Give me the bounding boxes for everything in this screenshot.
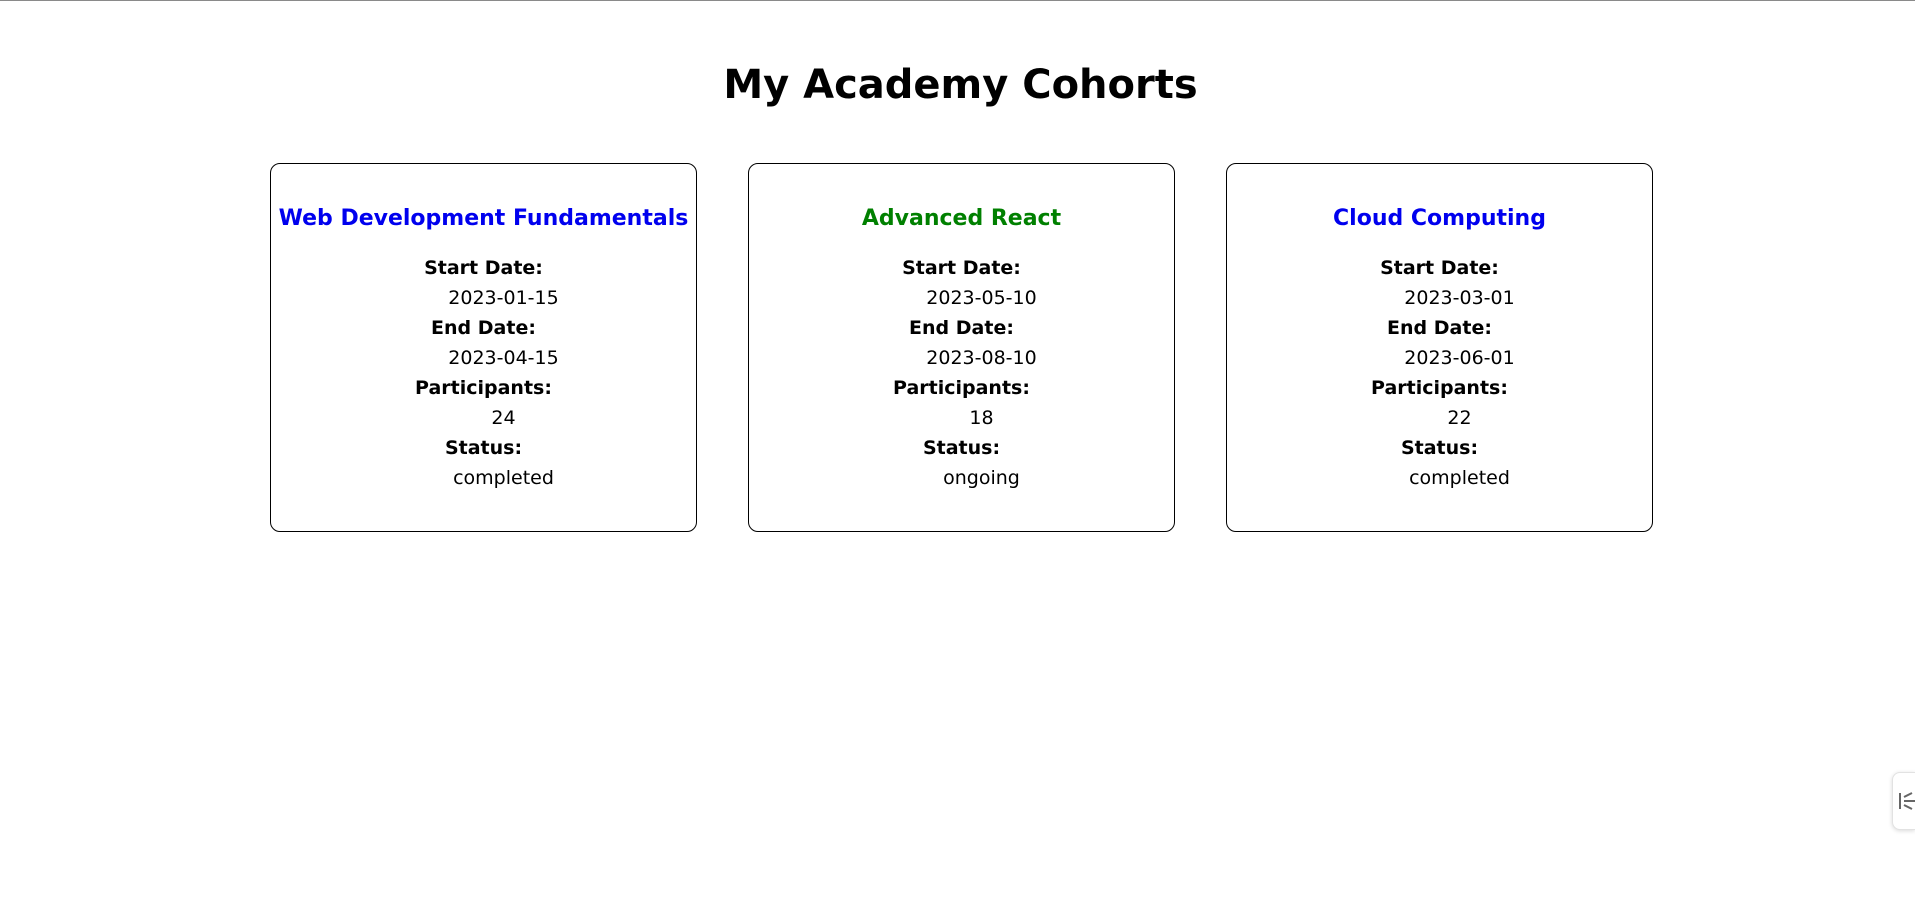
start-date-label: Start Date: (902, 257, 1021, 279)
end-date-label: End Date: (909, 317, 1014, 339)
participants-field: Participants: 22 (1227, 373, 1652, 433)
status-field: Status: ongoing (749, 433, 1174, 493)
cohort-title: Web Development Fundamentals (278, 206, 689, 231)
start-date-field: Start Date: 2023-03-01 (1227, 253, 1652, 313)
cohort-card: Cloud Computing Start Date: 2023-03-01 E… (1226, 163, 1653, 532)
side-panel-toggle[interactable] (1892, 772, 1915, 830)
status-field: Status: completed (271, 433, 696, 493)
start-date-field: Start Date: 2023-01-15 (271, 253, 696, 313)
participants-label: Participants: (415, 377, 552, 399)
cohort-card: Web Development Fundamentals Start Date:… (270, 163, 697, 532)
end-date-value: 2023-04-15 (448, 347, 559, 369)
end-date-label: End Date: (1387, 317, 1492, 339)
status-value: completed (453, 467, 554, 489)
end-date-label: End Date: (431, 317, 536, 339)
cohort-title: Advanced React (861, 206, 1062, 231)
end-date-field: End Date: 2023-08-10 (749, 313, 1174, 373)
participants-label: Participants: (893, 377, 1030, 399)
cohort-list: Web Development Fundamentals Start Date:… (270, 163, 1653, 532)
start-date-value: 2023-03-01 (1404, 287, 1515, 309)
participants-field: Participants: 18 (749, 373, 1174, 433)
status-field: Status: completed (1227, 433, 1652, 493)
participants-value: 22 (1447, 407, 1472, 429)
participants-label: Participants: (1371, 377, 1508, 399)
page: My Academy Cohorts Web Development Funda… (0, 0, 1915, 919)
end-date-value: 2023-06-01 (1404, 347, 1515, 369)
status-label: Status: (444, 437, 523, 459)
participants-value: 18 (969, 407, 994, 429)
page-title: My Academy Cohorts (723, 62, 1198, 108)
cohort-title: Cloud Computing (1333, 206, 1546, 231)
status-value: ongoing (943, 467, 1020, 489)
collapse-arrows-icon (1899, 792, 1915, 810)
start-date-field: Start Date: 2023-05-10 (749, 253, 1174, 313)
start-date-label: Start Date: (1380, 257, 1499, 279)
status-value: completed (1409, 467, 1510, 489)
status-label: Status: (1400, 437, 1479, 459)
end-date-field: End Date: 2023-04-15 (271, 313, 696, 373)
start-date-label: Start Date: (424, 257, 543, 279)
status-label: Status: (922, 437, 1001, 459)
start-date-value: 2023-01-15 (448, 287, 559, 309)
start-date-value: 2023-05-10 (926, 287, 1037, 309)
participants-value: 24 (491, 407, 516, 429)
participants-field: Participants: 24 (271, 373, 696, 433)
end-date-field: End Date: 2023-06-01 (1227, 313, 1652, 373)
end-date-value: 2023-08-10 (926, 347, 1037, 369)
cohort-card: Advanced React Start Date: 2023-05-10 En… (748, 163, 1175, 532)
